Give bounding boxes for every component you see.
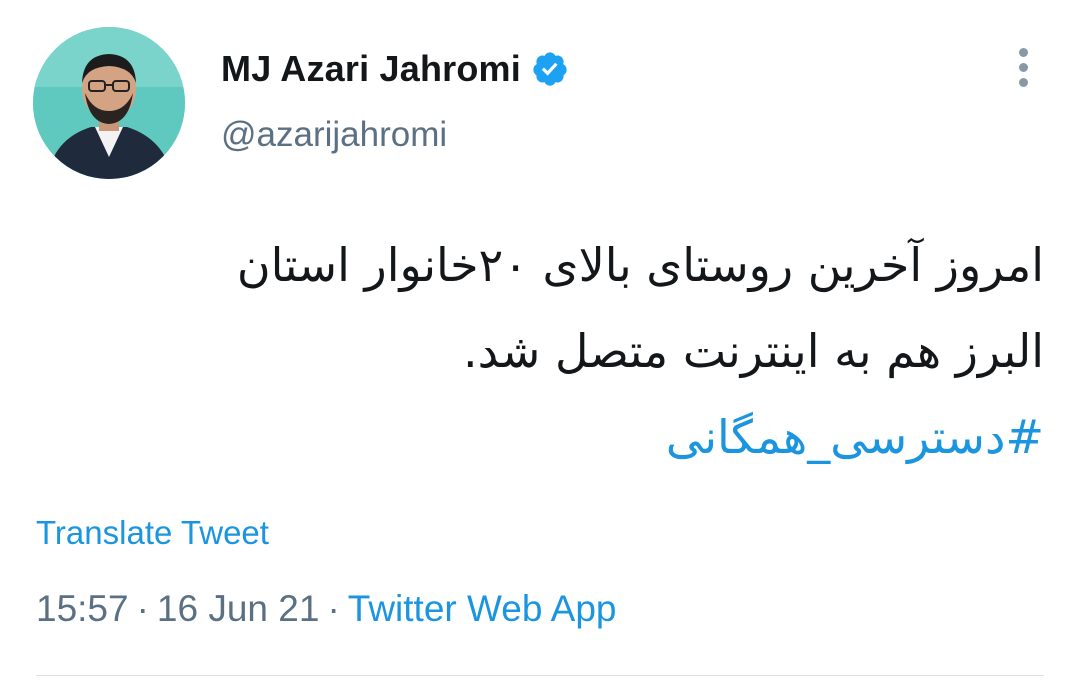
author-display-name[interactable]: MJ Azari Jahromi	[221, 48, 521, 90]
tweet-text: امروز آخرین روستای بالای ۲۰خانوار استان …	[84, 222, 1044, 480]
author-handle[interactable]: @azarijahromi	[221, 115, 447, 155]
avatar[interactable]	[33, 27, 185, 179]
more-options-icon[interactable]	[1010, 48, 1036, 92]
tweet-card: MJ Azari Jahromi @azarijahromi امروز آخر…	[0, 0, 1080, 680]
meta-separator: ·	[136, 588, 149, 629]
author-name-row: MJ Azari Jahromi	[221, 44, 569, 94]
verified-badge-icon	[531, 50, 569, 88]
avatar-image	[33, 27, 185, 179]
hashtag-link[interactable]: #دسترسی_همگانی	[84, 394, 1044, 480]
tweet-source-link[interactable]: Twitter Web App	[348, 588, 617, 629]
divider	[36, 675, 1044, 676]
tweet-text-line: امروز آخرین روستای بالای ۲۰خانوار استان	[236, 238, 1044, 292]
tweet-meta: 15:57 · 16 Jun 21 · Twitter Web App	[36, 588, 617, 630]
tweet-text-line: البرز هم به اینترنت متصل شد.	[463, 324, 1044, 378]
tweet-time[interactable]: 15:57	[36, 588, 129, 629]
tweet-date[interactable]: 16 Jun 21	[157, 588, 320, 629]
translate-tweet-link[interactable]: Translate Tweet	[36, 514, 269, 552]
meta-separator: ·	[327, 588, 340, 629]
